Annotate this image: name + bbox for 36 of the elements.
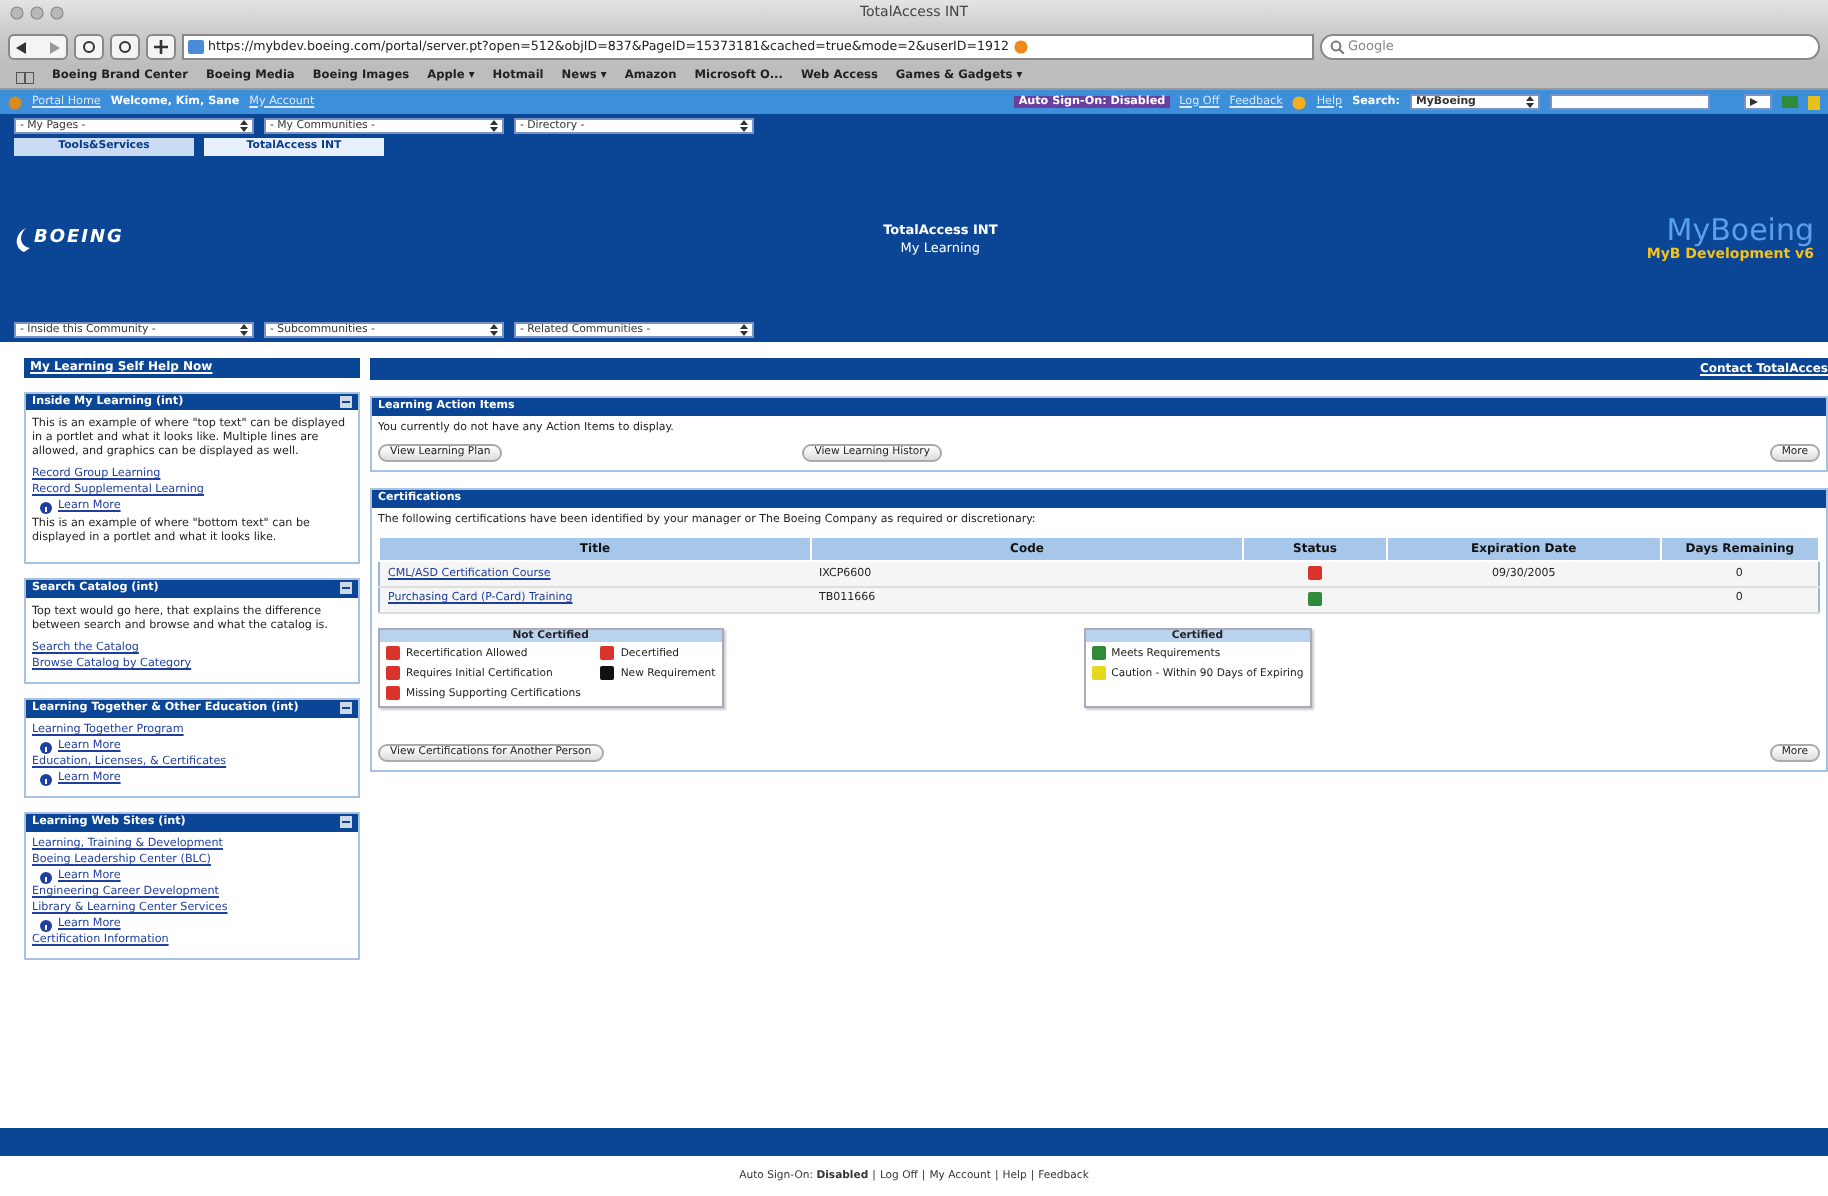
search-input[interactable] — [1550, 94, 1710, 110]
dropdown-arrow-icon — [1526, 96, 1534, 108]
minimize-icon[interactable] — [340, 582, 352, 595]
dropdown-arrow-icon — [240, 324, 248, 336]
dropdown-arrow-icon — [740, 324, 748, 336]
plus-icon — [154, 40, 168, 54]
dropdown-arrow-icon — [240, 120, 248, 132]
bookmarks-icon[interactable] — [16, 72, 34, 84]
info-icon — [40, 501, 52, 514]
dropdown-arrow-icon — [740, 120, 748, 132]
site-icon — [188, 40, 204, 54]
minimize-icon[interactable] — [340, 395, 352, 407]
info-icon — [40, 741, 52, 754]
info-icon — [40, 919, 52, 932]
help-icon — [1292, 95, 1307, 109]
swoosh-icon — [14, 227, 30, 251]
arrow-icon — [1750, 98, 1758, 106]
circle-icon — [118, 40, 132, 54]
stop-button[interactable] — [110, 34, 140, 60]
logo-text: BOEING — [34, 227, 124, 251]
brand-name: MyBoeing — [1666, 215, 1814, 246]
rss-icon — [1013, 40, 1028, 54]
search-icon — [1330, 40, 1344, 54]
minimize-icon[interactable] — [340, 816, 352, 829]
add-bookmark-button[interactable] — [146, 34, 176, 60]
info-icon — [40, 773, 52, 786]
home-icon — [8, 95, 22, 109]
minimize-icon[interactable] — [340, 702, 352, 715]
dropdown-arrow-icon — [490, 324, 498, 336]
dropdown-arrow-icon — [490, 120, 498, 132]
info-icon — [40, 871, 52, 884]
reload-button[interactable] — [74, 34, 104, 60]
circle-icon — [82, 40, 96, 54]
back-forward-button[interactable] — [8, 34, 68, 60]
search-go-button[interactable] — [1744, 94, 1772, 110]
back-forward-icon — [16, 41, 60, 53]
